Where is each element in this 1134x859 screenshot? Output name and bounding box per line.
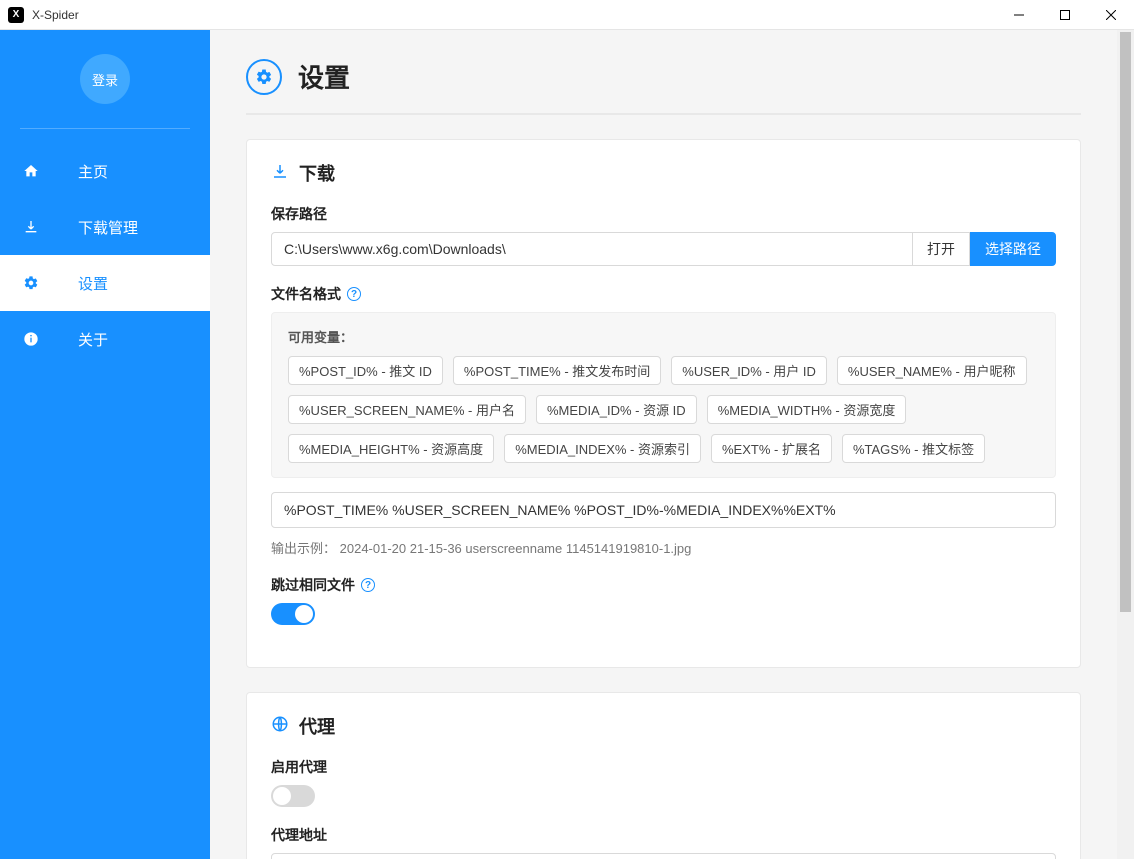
page-divider (246, 113, 1081, 115)
info-icon (22, 331, 40, 347)
sidebar-item-label: 下载管理 (78, 217, 138, 238)
vars-label: 可用变量： (288, 327, 1039, 346)
window-title: X-Spider (32, 8, 79, 22)
skip-same-toggle[interactable] (271, 603, 315, 625)
download-icon (271, 162, 289, 185)
sidebar-item-label: 主页 (78, 161, 108, 182)
choose-path-button[interactable]: 选择路径 (970, 232, 1056, 266)
proxy-address-input[interactable] (271, 853, 1056, 859)
variable-tag[interactable]: %USER_SCREEN_NAME% - 用户名 (288, 395, 526, 424)
globe-icon (271, 715, 289, 738)
variable-tag[interactable]: %POST_TIME% - 推文发布时间 (453, 356, 661, 385)
gear-icon (246, 59, 282, 95)
help-icon[interactable]: ? (347, 287, 361, 301)
help-icon[interactable]: ? (361, 578, 375, 592)
card-title-text: 代理 (299, 713, 335, 739)
variable-tag[interactable]: %POST_ID% - 推文 ID (288, 356, 443, 385)
sidebar-item-settings[interactable]: 设置 (0, 255, 210, 311)
example-label: 输出示例： (271, 541, 336, 556)
sidebar-divider (20, 128, 190, 129)
content-area: 设置 下载 保存路径 打开 选择路径 (210, 30, 1117, 859)
scrollbar-thumb[interactable] (1120, 32, 1131, 612)
variables-panel: 可用变量： %POST_ID% - 推文 ID %POST_TIME% - 推文发… (271, 312, 1056, 478)
login-button[interactable]: 登录 (80, 54, 130, 104)
sidebar-item-label: 关于 (78, 329, 108, 350)
home-icon (22, 163, 40, 179)
open-button[interactable]: 打开 (913, 232, 970, 266)
app-icon: X (8, 7, 24, 23)
minimize-button[interactable] (996, 0, 1042, 30)
save-path-label: 保存路径 (271, 204, 1056, 224)
gear-icon (22, 275, 40, 291)
variable-tag[interactable]: %USER_ID% - 用户 ID (671, 356, 827, 385)
enable-proxy-label: 启用代理 (271, 757, 1056, 777)
filename-format-label: 文件名格式 (271, 284, 341, 304)
download-card: 下载 保存路径 打开 选择路径 文件名格式 ? (246, 139, 1081, 668)
variable-tag[interactable]: %USER_NAME% - 用户昵称 (837, 356, 1027, 385)
maximize-button[interactable] (1042, 0, 1088, 30)
sidebar-item-label: 设置 (78, 273, 108, 294)
variable-tag[interactable]: %MEDIA_WIDTH% - 资源宽度 (707, 395, 907, 424)
variable-tag[interactable]: %EXT% - 扩展名 (711, 434, 832, 463)
download-icon (22, 219, 40, 235)
card-title-text: 下载 (299, 160, 335, 186)
proxy-card: 代理 启用代理 代理地址 (246, 692, 1081, 859)
variable-tag[interactable]: %MEDIA_HEIGHT% - 资源高度 (288, 434, 494, 463)
variable-tag[interactable]: %MEDIA_INDEX% - 资源索引 (504, 434, 701, 463)
skip-same-label: 跳过相同文件 (271, 575, 355, 595)
save-path-input[interactable] (271, 232, 913, 266)
enable-proxy-toggle[interactable] (271, 785, 315, 807)
page-title: 设置 (298, 58, 350, 95)
variable-tag[interactable]: %MEDIA_ID% - 资源 ID (536, 395, 697, 424)
sidebar-item-about[interactable]: 关于 (0, 311, 210, 367)
sidebar: 登录 主页 下载管理 设置 (0, 30, 210, 859)
example-value: 2024-01-20 21-15-36 userscreenname 11451… (340, 541, 692, 556)
sidebar-item-downloads[interactable]: 下载管理 (0, 199, 210, 255)
scrollbar[interactable] (1117, 30, 1134, 859)
filename-format-input[interactable] (271, 492, 1056, 528)
variable-tag[interactable]: %TAGS% - 推文标签 (842, 434, 985, 463)
close-button[interactable] (1088, 0, 1134, 30)
titlebar: X X-Spider (0, 0, 1134, 30)
proxy-address-label: 代理地址 (271, 825, 1056, 845)
sidebar-item-home[interactable]: 主页 (0, 143, 210, 199)
